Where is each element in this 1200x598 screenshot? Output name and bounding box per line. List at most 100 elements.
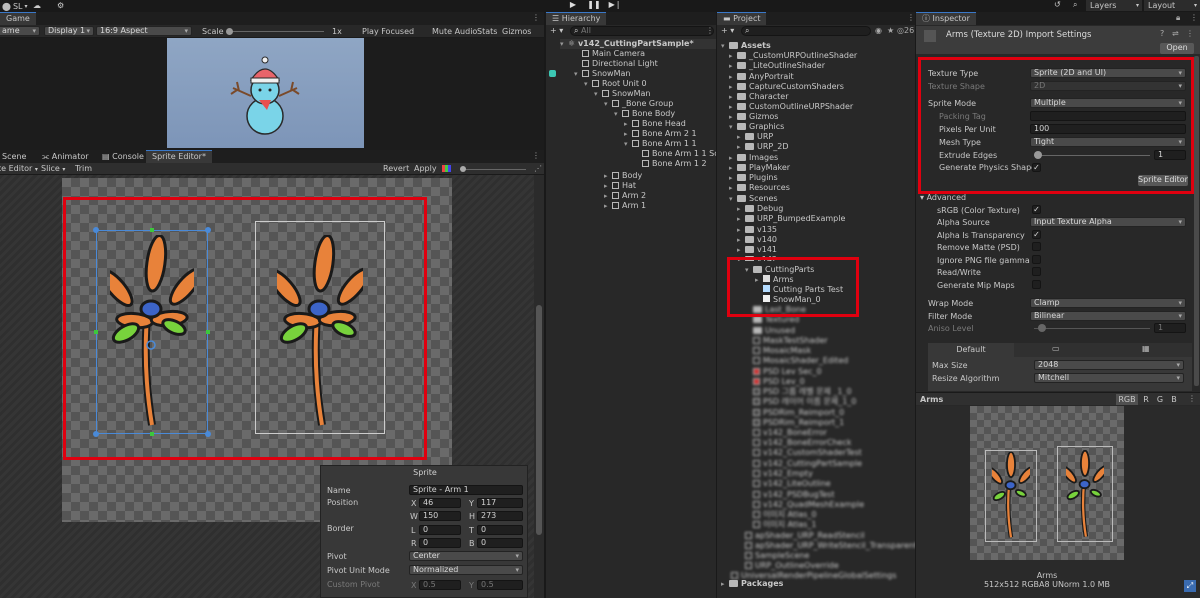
filter-icon[interactable]: ◉ (875, 26, 882, 35)
hierarchy-item[interactable]: Directional Light (582, 59, 658, 69)
aniso-input[interactable]: 1 (1154, 323, 1186, 333)
trim-button[interactable]: Trim (75, 164, 92, 173)
packing-tag-input[interactable] (1030, 111, 1186, 121)
folder-item[interactable]: ▸ URP (737, 132, 773, 142)
list-item[interactable]: 이미지 Atlas_0 (753, 510, 816, 520)
hierarchy-item[interactable]: ▸ Bone Head (624, 119, 686, 129)
list-item[interactable]: v142_QuadMeshExample (753, 500, 864, 510)
revert-button[interactable]: Revert (383, 164, 409, 173)
gizmos-dropdown[interactable]: Gizmos (502, 27, 531, 36)
hierarchy-item[interactable]: ▸ Arm 2 (604, 191, 646, 201)
zoom-slider[interactable] (460, 169, 526, 170)
hierarchy-item[interactable]: ▸ Arm 1 (604, 201, 646, 211)
monitor-icon[interactable]: ▭ (1052, 344, 1060, 353)
mesh-type-dropdown[interactable]: Tight (1030, 137, 1186, 147)
stats-toggle[interactable]: Stats (477, 27, 497, 36)
list-item[interactable]: PSDRim_Reimport_0 (753, 408, 844, 418)
mipmaps-checkbox[interactable] (1032, 280, 1041, 289)
list-item[interactable]: PSD 그룹 레벨 문제 _1_0 (753, 387, 852, 397)
hierarchy-item[interactable]: ▾ Root Unit 0 (584, 79, 647, 89)
play-focused-dropdown[interactable]: Play Focused (362, 27, 414, 36)
hierarchy-item[interactable]: ▸ Bone Arm 2 1 (624, 129, 697, 139)
project-search-input[interactable]: ⌕ (741, 26, 871, 36)
mute-audio-toggle[interactable]: Mute Audio (432, 27, 477, 36)
color-channel-icon[interactable] (442, 165, 451, 172)
apply-button[interactable]: Apply (414, 164, 437, 173)
hierarchy-item[interactable]: ▸ Hat (604, 181, 636, 191)
play-button[interactable]: ▶ (566, 0, 580, 11)
ppu-input[interactable]: 100 (1030, 124, 1186, 134)
scene-root[interactable]: ▾ ⚛ v142_CuttingPartSample* (560, 39, 716, 49)
assets-folder[interactable]: ▾ Assets (721, 41, 771, 51)
wrap-mode-dropdown[interactable]: Clamp (1030, 298, 1186, 308)
hierarchy-item[interactable]: Main Camera (582, 49, 645, 59)
tab-console[interactable]: ▤ Console (96, 150, 150, 163)
packages-folder[interactable]: ▸ Packages (721, 579, 783, 589)
channel-r-button[interactable]: R (1140, 394, 1152, 405)
zoom-slider-handle[interactable] (460, 166, 466, 172)
cloud-icon[interactable]: ☁ (33, 1, 41, 10)
srgb-checkbox[interactable]: ✓ (1032, 205, 1041, 214)
tab-animator[interactable]: ⫘ Animator (36, 150, 95, 163)
pivot-dropdown[interactable]: Center (409, 551, 523, 561)
extrude-slider[interactable] (1034, 155, 1150, 156)
canvas-scrollbar[interactable] (536, 305, 542, 535)
border-t-field[interactable]: 0 (477, 525, 523, 535)
hierarchy-menu-icon[interactable]: ⋮ (706, 26, 714, 35)
project-menu-icon[interactable]: ⋮ (907, 13, 915, 22)
header-menu-icon[interactable]: ⋮ (1186, 29, 1194, 38)
search-icon[interactable]: ⌕ (1073, 0, 1077, 10)
preview-menu-icon[interactable]: ⋮ (1188, 394, 1196, 403)
folder-item[interactable]: ▸ URP_BumpedExample (737, 214, 845, 224)
aniso-slider[interactable] (1034, 328, 1150, 329)
hierarchy-item[interactable]: ▾ Bone Body (614, 109, 675, 119)
pause-button[interactable]: ❚❚ (587, 0, 601, 11)
add-icon[interactable]: + ▾ (550, 26, 563, 35)
alpha-source-dropdown[interactable]: Input Texture Alpha (1030, 217, 1186, 227)
account-dropdown[interactable]: ⬤ SL ▾ (2, 1, 28, 11)
sprite-mode-dropdown[interactable]: Multiple (1030, 98, 1186, 108)
hierarchy-item[interactable]: Bone Arm 1 1 Sock (642, 149, 716, 159)
hierarchy-search-input[interactable]: ⌕ All (570, 26, 714, 36)
extrude-slider-handle[interactable] (1034, 151, 1042, 159)
tab-project[interactable]: ▬ Project (717, 12, 767, 25)
folder-item[interactable]: ▸ _LiteOutlineShader (729, 61, 825, 71)
folder-item[interactable]: ▾ Graphics (729, 122, 784, 132)
height-field[interactable]: 273 (477, 511, 523, 521)
folder-item[interactable]: ▸ v135 (737, 225, 777, 235)
hierarchy-item[interactable]: ▾ SnowMan (594, 89, 650, 99)
aniso-slider-handle[interactable] (1038, 324, 1046, 332)
hierarchy-item[interactable]: ▸ Body (604, 171, 642, 181)
game-view[interactable] (167, 38, 364, 148)
hidden-count[interactable]: ◎ 26 (897, 26, 914, 35)
hierarchy-item[interactable]: ▾ Bone Arm 1 1 (624, 139, 697, 149)
help-icon[interactable]: ? (1160, 29, 1164, 38)
custom-pivot-y-field[interactable]: 0.5 (477, 580, 523, 590)
texture-type-dropdown[interactable]: Sprite (2D and UI) (1030, 68, 1186, 78)
position-x-field[interactable]: 46 (419, 498, 461, 508)
custom-pivot-x-field[interactable]: 0.5 (419, 580, 461, 590)
folder-item[interactable]: ▸ _CustomURPOutlineShader (729, 51, 857, 61)
physics-shape-checkbox[interactable]: ✓ (1032, 163, 1041, 172)
read-write-checkbox[interactable] (1032, 267, 1041, 276)
remove-matte-checkbox[interactable] (1032, 242, 1041, 251)
sprite-canvas[interactable]: Sprite Name Sprite - Arm 1 Position X 46… (0, 175, 542, 598)
list-item[interactable]: SampleScene (745, 551, 809, 561)
list-item[interactable]: MosaicShader_Edited (753, 356, 848, 366)
game-panel-menu-icon[interactable]: ⋮ (532, 13, 540, 22)
list-item[interactable]: MosaicMask (753, 346, 811, 356)
position-y-field[interactable]: 117 (477, 498, 523, 508)
max-size-dropdown[interactable]: 2048 (1034, 360, 1184, 370)
list-item[interactable]: PSDRim_Reimport_1 (753, 418, 844, 428)
folder-item[interactable]: ▸ v141 (737, 245, 777, 255)
collab-icon[interactable]: ⚙ (57, 1, 64, 10)
favorite-icon[interactable]: ★ (887, 26, 894, 35)
list-item[interactable]: PSD Lev Sec_0 (753, 367, 822, 377)
list-item[interactable]: URP_OutlineOverride (745, 561, 839, 571)
hierarchy-item[interactable]: Bone Arm 1 2 (642, 159, 707, 169)
folder-item[interactable]: ▸ CustomOutlineURPShader (729, 102, 853, 112)
tab-hierarchy[interactable]: ☰ Hierarchy (546, 12, 607, 25)
layout-dropdown[interactable]: Layout ▾ (1144, 0, 1200, 11)
list-item[interactable]: MaskTestShader (753, 336, 828, 346)
folder-item[interactable]: ▸ Resources (729, 183, 790, 193)
